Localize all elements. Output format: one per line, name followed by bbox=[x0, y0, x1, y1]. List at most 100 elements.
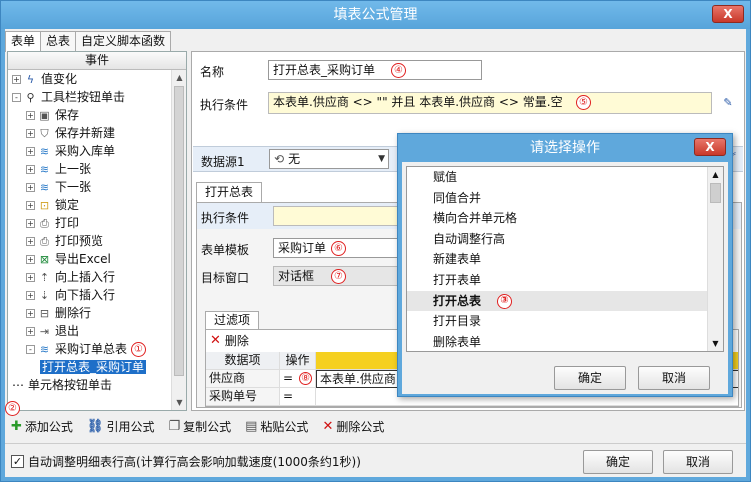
cancel-button[interactable]: 取消 bbox=[663, 450, 733, 474]
tree-header: 事件 bbox=[8, 52, 186, 70]
tab-custom-script[interactable]: 自定义脚本函数 bbox=[75, 31, 172, 51]
operation-item[interactable]: 打开目录 bbox=[407, 311, 723, 332]
operation-item-label: 打开目录 bbox=[433, 314, 482, 329]
expand-icon[interactable]: + bbox=[26, 111, 35, 120]
datasource-select[interactable]: ⟲ 无 ▼ bbox=[269, 149, 389, 169]
reference-formula-button[interactable]: ⛓ 引用公式 bbox=[87, 418, 155, 435]
scroll-down-icon[interactable]: ▼ bbox=[172, 395, 187, 410]
operation-item[interactable]: 新建表单 bbox=[407, 249, 723, 270]
operation-item[interactable]: 赋值 bbox=[407, 167, 723, 188]
delete-formula-button[interactable]: ✕ 删除公式 bbox=[322, 418, 384, 435]
event-tree-panel: 事件 + ϟ 值变化 - ⚲ 工具栏按钮单击 + ▣ 保存 + ⛉ 保存并新建 + ≋ 采购入库单 + ≋ 上一张… bbox=[7, 51, 187, 411]
expand-icon[interactable]: + bbox=[26, 219, 35, 228]
print-preview-icon: ⎙ bbox=[40, 235, 49, 248]
tree-item[interactable]: + ⎙ 打印预览 bbox=[8, 232, 172, 250]
table-cell[interactable]: = bbox=[280, 388, 316, 406]
tree-item[interactable]: + ⛉ 保存并新建 bbox=[8, 124, 172, 142]
tab-filter-items[interactable]: 过滤项 bbox=[205, 311, 260, 329]
delete-x-icon: ✕ bbox=[322, 418, 334, 434]
tree-item-label: 采购订单总表 bbox=[55, 342, 128, 356]
tree-item[interactable]: + ⎙ 打印 bbox=[8, 214, 172, 232]
expand-icon[interactable]: + bbox=[26, 129, 35, 138]
tree-item[interactable]: + ⇥ 退出 bbox=[8, 322, 172, 340]
ok-button[interactable]: 确定 bbox=[583, 450, 653, 474]
tree-item[interactable]: 打开总表_采购订单 bbox=[8, 358, 172, 376]
tab-open-summary[interactable]: 打开总表 bbox=[196, 182, 263, 202]
collapse-icon[interactable]: - bbox=[26, 345, 35, 354]
tree-scrollbar[interactable]: ▲ ▼ bbox=[171, 70, 186, 410]
scroll-up-icon[interactable]: ▲ bbox=[172, 70, 187, 85]
tree-item[interactable]: + ⊡ 锁定 bbox=[8, 196, 172, 214]
scroll-down-icon[interactable]: ▼ bbox=[708, 336, 723, 351]
tree-item[interactable]: + ⊟ 删除行 bbox=[8, 304, 172, 322]
copy-formula-button[interactable]: ❐ 复制公式 bbox=[168, 418, 231, 435]
paste-icon: ▤ bbox=[245, 418, 258, 434]
tree-item-label: 保存 bbox=[55, 108, 80, 122]
expand-icon[interactable]: + bbox=[26, 165, 35, 174]
operation-item[interactable]: 横向合并单元格 bbox=[407, 208, 723, 229]
expand-icon[interactable]: + bbox=[26, 309, 35, 318]
dialog-cancel-button[interactable]: 取消 bbox=[638, 366, 710, 390]
expand-icon[interactable]: + bbox=[12, 75, 21, 84]
operation-list-scrollbar[interactable]: ▲ ▼ bbox=[707, 167, 723, 351]
operation-item[interactable]: 自动调整行高 bbox=[407, 229, 723, 250]
table-cell[interactable]: = ⑧ bbox=[280, 370, 316, 388]
scroll-up-icon[interactable]: ▲ bbox=[708, 167, 723, 182]
dialog-close-button[interactable]: X bbox=[694, 138, 726, 156]
tree-item[interactable]: + ≋ 采购入库单 bbox=[8, 142, 172, 160]
search-tool-icon: ⚲ bbox=[26, 91, 35, 104]
auto-row-height-option[interactable]: ✓ 自动调整明细表行高(计算行高会影响加载速度(1000条约1秒)) bbox=[11, 453, 361, 470]
exec-condition-field[interactable] bbox=[273, 206, 403, 226]
condition-field[interactable]: 本表单.供应商 <> "" 并且 本表单.供应商 <> 常量.空 bbox=[268, 92, 712, 114]
operation-item[interactable]: 打开总表 ③ bbox=[407, 290, 723, 312]
expand-icon[interactable]: + bbox=[26, 255, 35, 264]
expand-icon[interactable]: + bbox=[26, 201, 35, 210]
add-formula-label: 添加公式 bbox=[24, 419, 73, 434]
tree-item[interactable]: - ≋ 采购订单总表 ① bbox=[8, 340, 172, 358]
tree-item[interactable]: + ⊠ 导出Excel bbox=[8, 250, 172, 268]
tree-item[interactable]: ⋯ 单元格按钮单击 bbox=[8, 376, 172, 394]
exec-condition-label: 执行条件 bbox=[201, 211, 250, 225]
auto-row-height-checkbox[interactable]: ✓ bbox=[11, 455, 24, 468]
dialog-title: 请选择操作 bbox=[530, 140, 600, 156]
tree-item[interactable]: + ≋ 下一张 bbox=[8, 178, 172, 196]
tab-form[interactable]: 表单 bbox=[5, 31, 42, 52]
copy-formula-label: 复制公式 bbox=[183, 419, 232, 434]
delete-filter-button[interactable]: ✕ 删除 bbox=[210, 332, 249, 349]
tree-item[interactable]: + ≋ 上一张 bbox=[8, 160, 172, 178]
name-field[interactable]: 打开总表_采购订单 bbox=[268, 60, 482, 80]
scroll-thumb[interactable] bbox=[710, 183, 721, 203]
tree-item[interactable]: + ▣ 保存 bbox=[8, 106, 172, 124]
table-cell[interactable]: = bbox=[280, 406, 316, 407]
expand-icon[interactable]: + bbox=[26, 273, 35, 282]
scroll-thumb[interactable] bbox=[174, 86, 184, 376]
collapse-icon[interactable]: - bbox=[12, 93, 21, 102]
tab-summary[interactable]: 总表 bbox=[40, 31, 77, 51]
window-close-button[interactable]: X bbox=[712, 5, 744, 23]
tree-item[interactable]: + ⇡ 向上插入行 bbox=[8, 268, 172, 286]
ellipsis-icon: ⋯ bbox=[12, 378, 24, 392]
operation-item[interactable]: 删除表单 bbox=[407, 332, 723, 351]
expand-icon[interactable]: + bbox=[26, 327, 35, 336]
expand-icon[interactable]: + bbox=[26, 237, 35, 246]
paste-formula-button[interactable]: ▤ 粘贴公式 bbox=[245, 418, 308, 435]
tree-item-label: 打印预览 bbox=[55, 234, 104, 248]
operation-item[interactable]: 打开表单 bbox=[407, 270, 723, 291]
table-row[interactable]: 采购日期= bbox=[206, 406, 739, 407]
table-cell[interactable] bbox=[316, 406, 739, 407]
condition-wand-icon[interactable]: ✎ bbox=[720, 95, 736, 111]
delete-x-icon: ✕ bbox=[210, 333, 221, 348]
add-formula-button[interactable]: ✚ 添加公式 bbox=[11, 418, 73, 435]
tree-item-label: 向上插入行 bbox=[55, 270, 116, 284]
tree-item[interactable]: + ⇣ 向下插入行 bbox=[8, 286, 172, 304]
expand-icon[interactable]: + bbox=[26, 183, 35, 192]
footer-bar: ✓ 自动调整明细表行高(计算行高会影响加载速度(1000条约1秒)) 确定 取消 bbox=[5, 443, 746, 477]
tree-item-label: 退出 bbox=[55, 324, 80, 338]
chevron-down-icon: ▼ bbox=[378, 154, 385, 164]
expand-icon[interactable]: + bbox=[26, 291, 35, 300]
tree-item[interactable]: + ϟ 值变化 bbox=[8, 70, 172, 88]
tree-item[interactable]: - ⚲ 工具栏按钮单击 bbox=[8, 88, 172, 106]
expand-icon[interactable]: + bbox=[26, 147, 35, 156]
operation-item[interactable]: 同值合并 bbox=[407, 188, 723, 209]
dialog-ok-button[interactable]: 确定 bbox=[554, 366, 626, 390]
